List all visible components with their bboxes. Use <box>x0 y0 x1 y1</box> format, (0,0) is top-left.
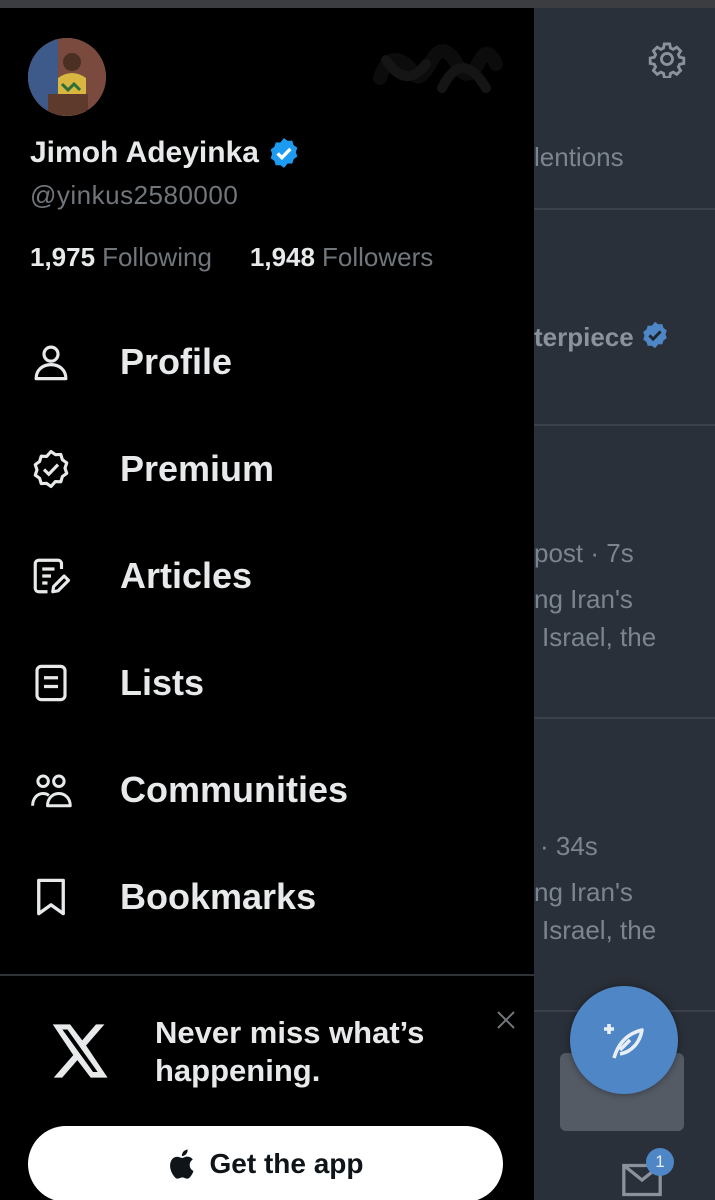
person-icon <box>34 345 68 380</box>
communities-icon <box>31 774 72 807</box>
menu-item-label: Premium <box>120 447 275 489</box>
post-meta: post · 7s <box>534 538 634 568</box>
post-text-line: ng Iran's <box>534 584 633 614</box>
post-text-line: ng Iran's <box>534 877 633 907</box>
profile-name-row[interactable]: Jimoh Adeyinka <box>30 136 301 170</box>
status-strip <box>0 0 715 8</box>
apple-icon <box>170 1149 194 1179</box>
followers-label: Followers <box>321 242 434 272</box>
gear-icon[interactable] <box>648 40 686 78</box>
following-label: Following <box>102 242 212 272</box>
divider <box>534 717 715 719</box>
compose-feather-icon <box>604 1024 644 1059</box>
menu-item-profile[interactable]: Profile <box>0 308 534 415</box>
x-logo-icon <box>52 1024 108 1078</box>
menu-item-articles[interactable]: Articles <box>0 522 534 629</box>
menu-item-label: Articles <box>120 554 253 596</box>
divider <box>534 208 715 210</box>
profile-handle: @yinkus2580000 <box>30 180 239 210</box>
menu-item-communities[interactable]: Communities <box>0 736 534 843</box>
notification-badge: 1 <box>646 1148 674 1176</box>
menu-item-premium[interactable]: Premium <box>0 415 534 522</box>
menu-item-label: Communities <box>120 768 349 810</box>
menu-item-label: Bookmarks <box>120 875 317 917</box>
post-text-line: Israel, the <box>542 622 657 652</box>
redacted-scribble <box>373 44 503 93</box>
article-edit-icon <box>33 558 71 593</box>
get-app-promo: Never miss what’s happening. Get the app <box>0 976 534 1200</box>
avatar[interactable] <box>28 38 106 116</box>
profile-name: Jimoh Adeyinka <box>30 136 259 169</box>
divider <box>534 424 715 426</box>
promo-message: Never miss what’s happening. <box>155 1015 425 1088</box>
menu-item-lists[interactable]: Lists <box>0 629 534 736</box>
side-drawer: Jimoh Adeyinka @yinkus2580000 1,975 Follo… <box>0 8 534 1200</box>
followers-count: 1,948 <box>249 242 315 272</box>
bookmark-icon <box>37 878 65 915</box>
verified-badge-icon <box>33 449 69 488</box>
mentions-tab-partial[interactable]: lentions <box>534 142 624 173</box>
post-author-partial: terpiece <box>534 320 670 353</box>
followers-link[interactable]: 1,948 Followers <box>250 242 433 273</box>
verified-icon <box>270 138 298 168</box>
verified-icon <box>642 321 667 349</box>
get-app-button[interactable]: Get the app <box>28 1126 503 1200</box>
post-text-line: Israel, the <box>542 915 657 945</box>
menu-item-label: Profile <box>120 340 233 382</box>
list-icon <box>35 664 67 701</box>
compose-post-button[interactable] <box>570 986 678 1094</box>
follow-stats: 1,975 Following 1,948 Followers <box>30 242 433 273</box>
menu-item-label: Lists <box>120 661 205 703</box>
post-meta: · 34s <box>540 831 598 861</box>
menu-item-bookmarks[interactable]: Bookmarks <box>0 843 534 950</box>
following-count: 1,975 <box>30 242 96 272</box>
get-app-label: Get the app <box>209 1148 364 1179</box>
close-icon[interactable] <box>494 1008 518 1032</box>
following-link[interactable]: 1,975 Following <box>30 242 212 273</box>
